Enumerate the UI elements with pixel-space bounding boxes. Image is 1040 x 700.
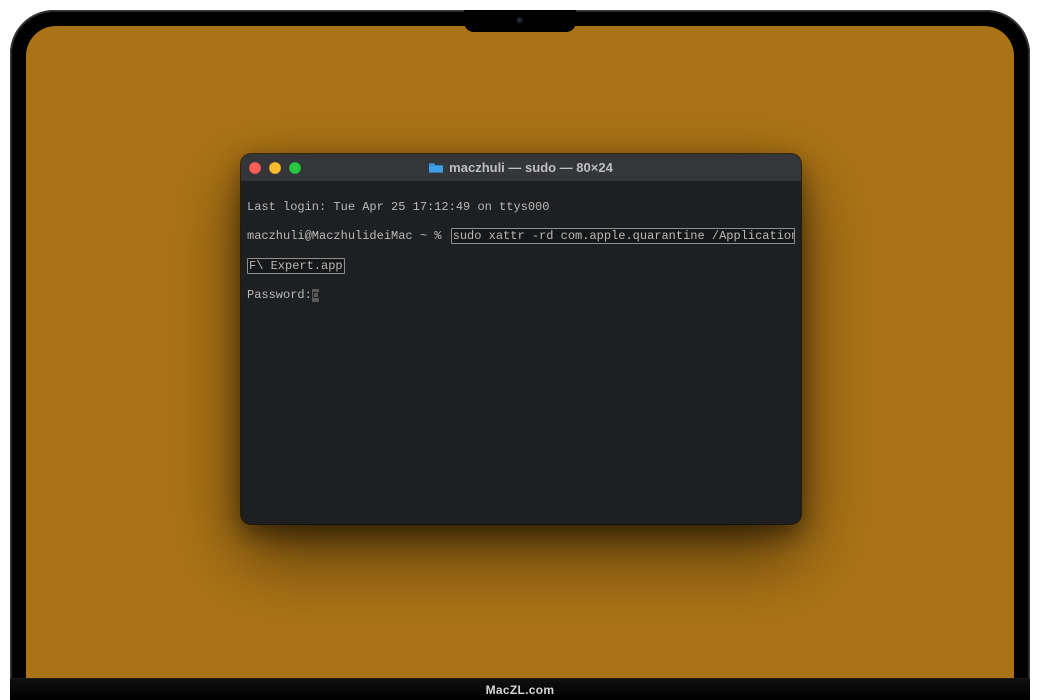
close-icon[interactable] xyxy=(249,162,261,174)
terminal-line-command-1: maczhuli@MaczhulideiMac ~ % sudo xattr -… xyxy=(247,228,795,244)
terminal-line-command-2: F\ Expert.app xyxy=(247,258,795,274)
terminal-prompt: maczhuli@MaczhulideiMac ~ % xyxy=(247,229,449,243)
camera-icon xyxy=(517,17,524,24)
terminal-body[interactable]: Last login: Tue Apr 25 17:12:49 on ttys0… xyxy=(241,182,801,524)
desktop-wallpaper: maczhuli — sudo — 80×24 Last login: Tue … xyxy=(26,26,1014,700)
zoom-icon[interactable] xyxy=(289,162,301,174)
command-highlight-2: F\ Expert.app xyxy=(247,258,345,274)
minimize-icon[interactable] xyxy=(269,162,281,174)
window-title: maczhuli — sudo — 80×24 xyxy=(449,160,613,175)
folder-icon xyxy=(429,162,443,174)
terminal-window[interactable]: maczhuli — sudo — 80×24 Last login: Tue … xyxy=(241,154,801,524)
command-highlight-1: sudo xattr -rd com.apple.quarantine /App… xyxy=(451,228,795,244)
terminal-line-password: Password: xyxy=(247,288,795,302)
password-label: Password: xyxy=(247,288,312,302)
laptop-frame: maczhuli — sudo — 80×24 Last login: Tue … xyxy=(10,10,1030,700)
password-cursor-icon xyxy=(312,289,319,302)
traffic-lights xyxy=(249,162,301,174)
terminal-line-last-login: Last login: Tue Apr 25 17:12:49 on ttys0… xyxy=(247,200,795,214)
window-titlebar[interactable]: maczhuli — sudo — 80×24 xyxy=(241,154,801,182)
device-hinge: MacZL.com xyxy=(10,678,1030,700)
display-notch xyxy=(464,10,576,32)
